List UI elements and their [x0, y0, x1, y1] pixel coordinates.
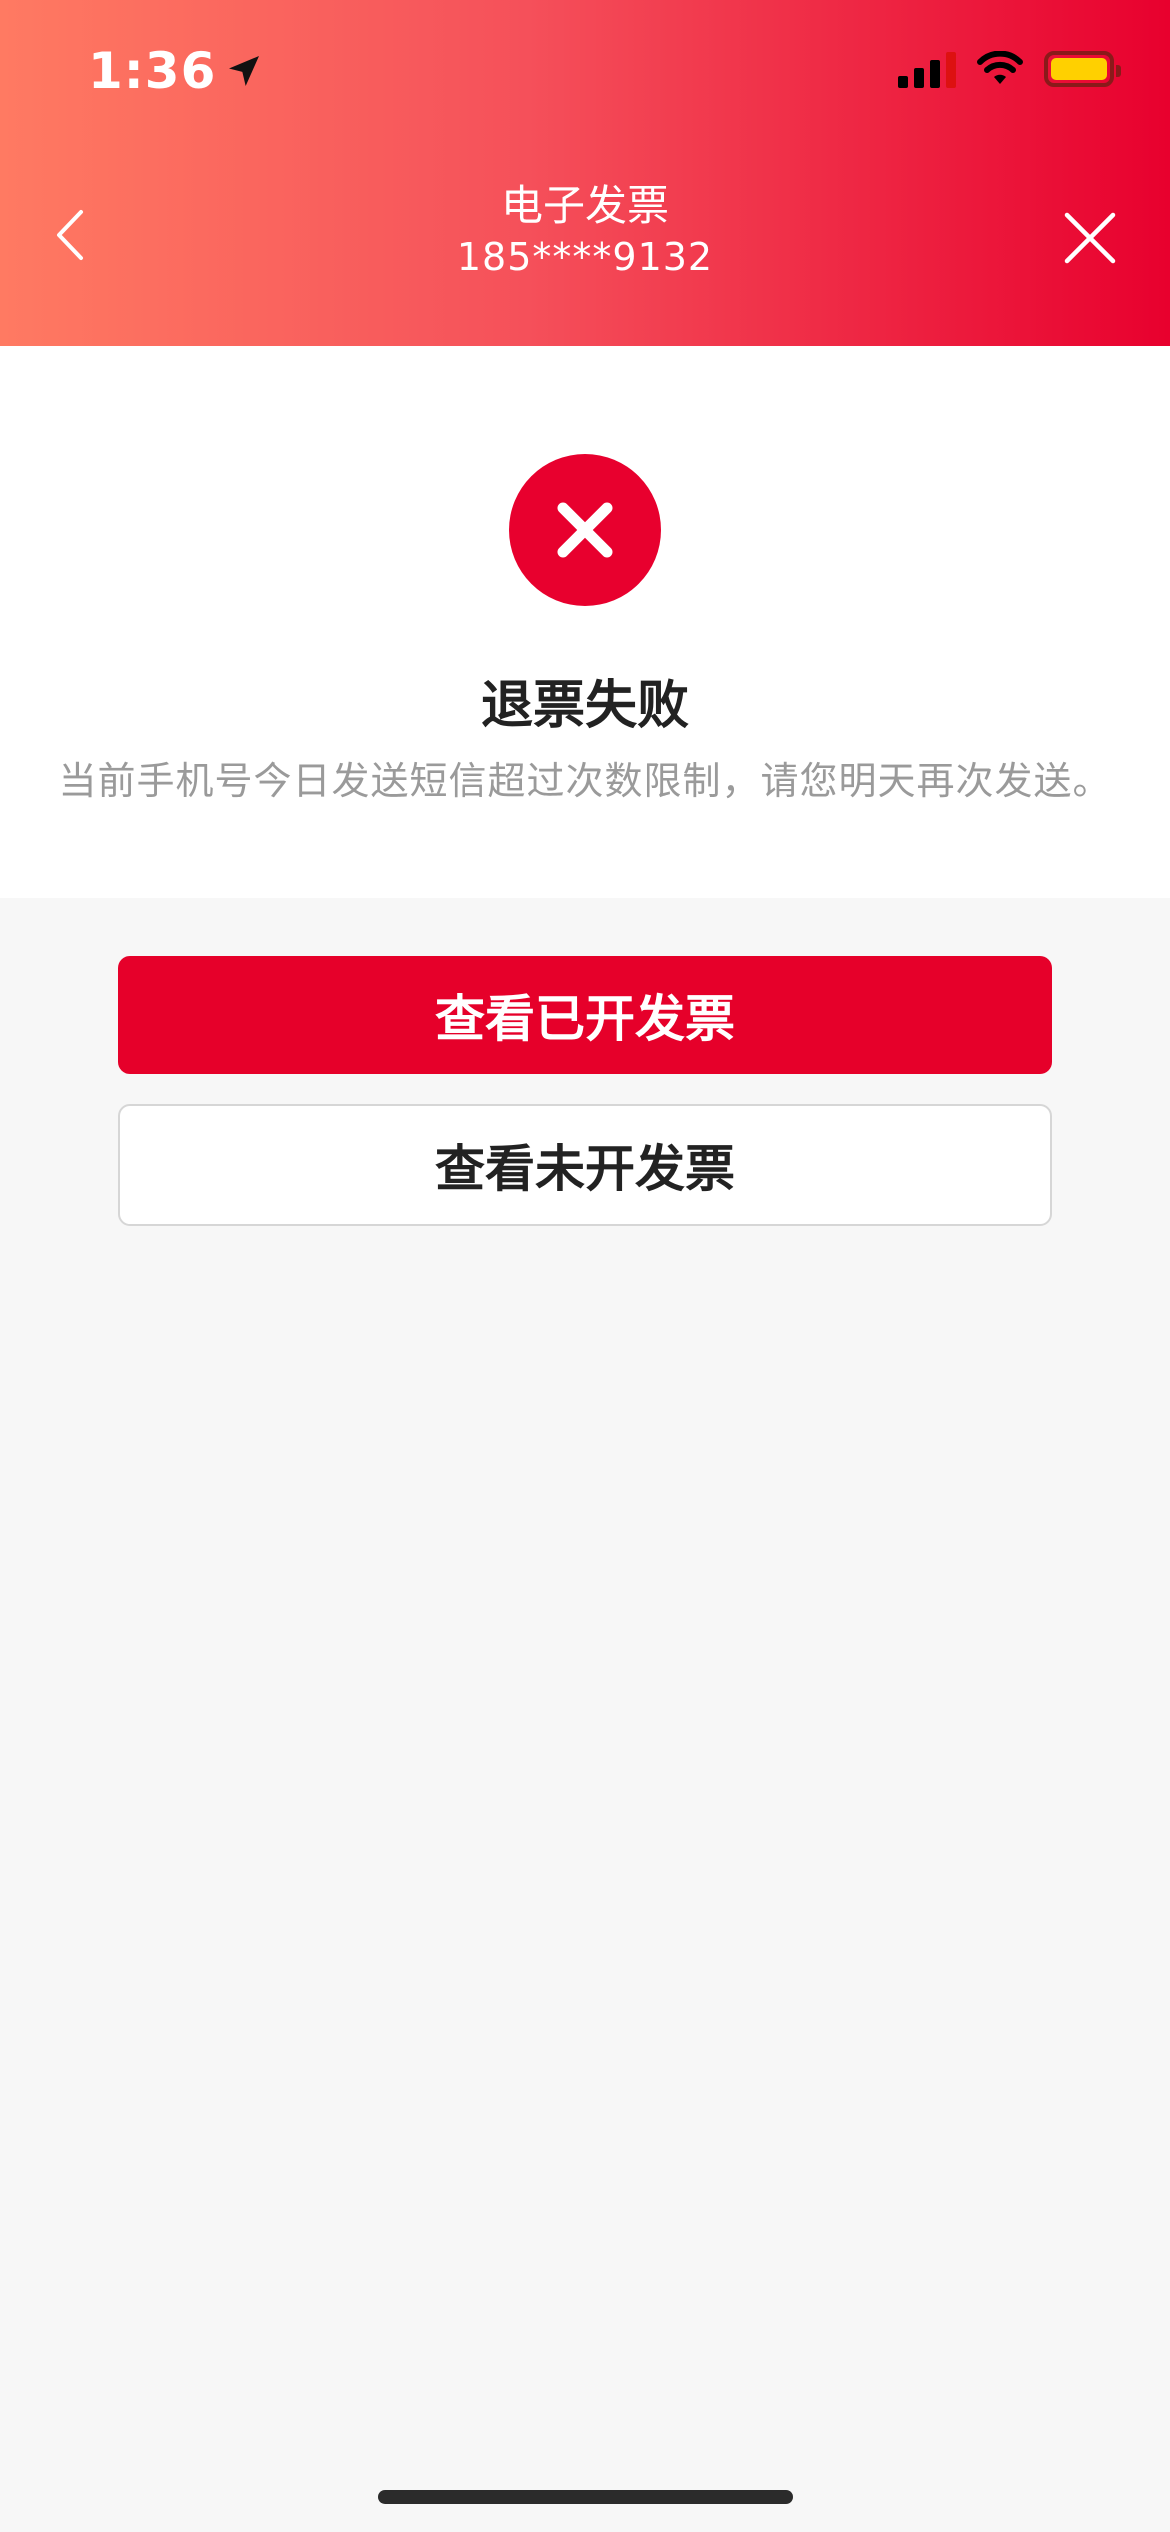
page-title: 电子发票 [500, 181, 669, 230]
battery-icon [1044, 51, 1121, 87]
view-unissued-invoices-button[interactable]: 查看未开发票 [118, 1104, 1052, 1226]
status-bar-indicators [898, 50, 1121, 88]
result-title: 退票失败 [480, 676, 689, 736]
view-issued-invoices-button[interactable]: 查看已开发票 [118, 956, 1052, 1074]
wifi-icon [976, 51, 1024, 87]
header-bar: 1:36 电子发票 185****9132 [0, 0, 1170, 346]
time-label: 1:36 [88, 42, 217, 100]
nav-title-block: 电子发票 185****9132 [0, 180, 1170, 282]
home-indicator[interactable] [378, 2490, 793, 2504]
battery-level [1051, 58, 1107, 80]
close-button[interactable] [1055, 203, 1125, 273]
result-panel: 退票失败 当前手机号今日发送短信超过次数限制，请您明天再次发送。 [0, 346, 1170, 898]
result-message: 当前手机号今日发送短信超过次数限制，请您明天再次发送。 [58, 759, 1112, 803]
status-bar-time: 1:36 [88, 42, 264, 100]
error-x-icon [509, 454, 661, 606]
location-arrow-icon [229, 56, 260, 86]
cellular-signal-icon [898, 50, 956, 88]
close-icon [1064, 212, 1116, 264]
phone-number: 185****9132 [456, 235, 714, 279]
